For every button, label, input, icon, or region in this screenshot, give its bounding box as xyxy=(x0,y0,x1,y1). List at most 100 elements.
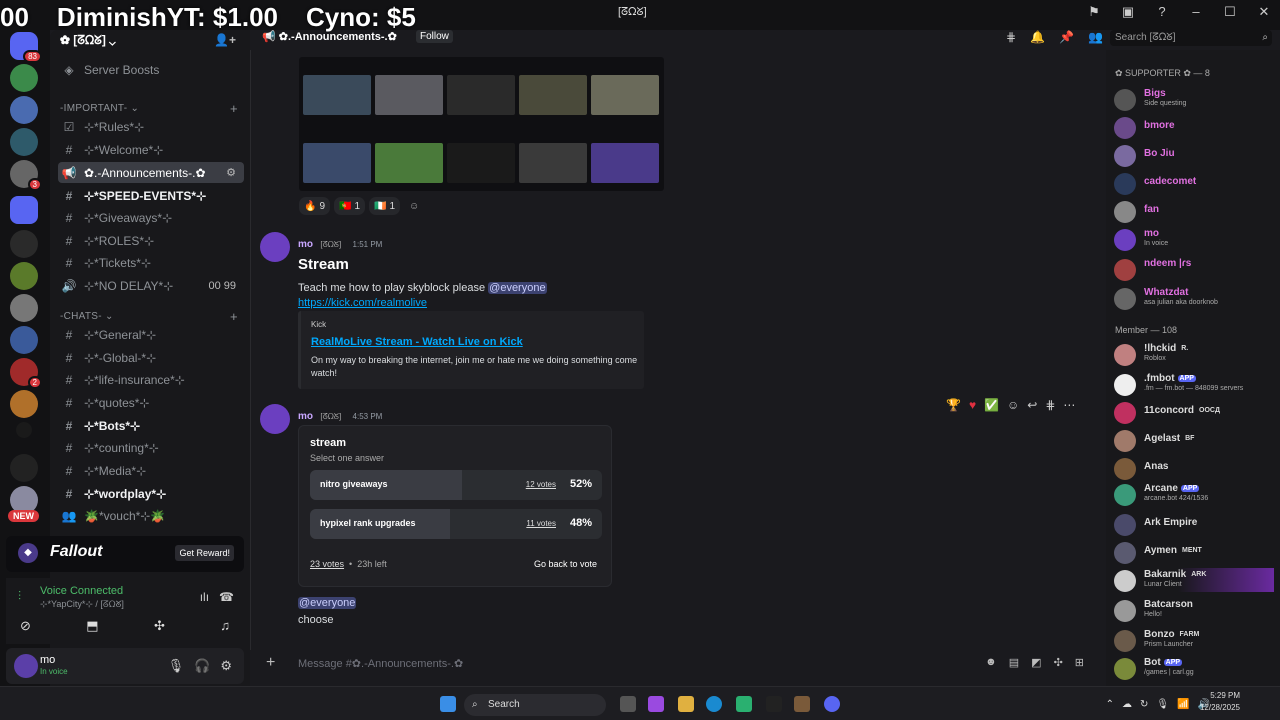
image-thumbnail[interactable] xyxy=(447,143,515,183)
threads-icon[interactable]: ⋕ xyxy=(1006,30,1016,44)
promo-banner[interactable]: ◆ Fallout Get Reward! xyxy=(6,536,244,572)
server-folder-icon[interactable] xyxy=(10,196,38,224)
member-item[interactable]: Bo Jiu xyxy=(1114,143,1274,167)
image-thumbnail[interactable] xyxy=(375,75,443,115)
attach-icon[interactable]: + xyxy=(266,654,275,672)
mention-everyone[interactable]: @everyone xyxy=(488,282,547,294)
task-view-icon[interactable] xyxy=(620,696,636,712)
screen-icon[interactable]: ▣ xyxy=(1120,4,1136,20)
thread-icon[interactable]: ⋕ xyxy=(1045,398,1055,412)
channel-wordplay[interactable]: # ⊹*wordplay*⊹ xyxy=(58,483,244,504)
member-item[interactable]: Arcane APP arcane.bot 424/1536 xyxy=(1114,482,1274,506)
network-icon[interactable]: ☁ xyxy=(1122,699,1132,710)
screen-share-icon[interactable]: ⬒ xyxy=(86,618,98,634)
member-item[interactable]: Bot APP/games | carl.gg xyxy=(1114,656,1274,680)
channel-announcements[interactable]: 📢 ✿.-Announcements-.✿ ⚙ xyxy=(58,162,244,183)
server-icon[interactable] xyxy=(16,422,32,438)
member-item[interactable]: fan xyxy=(1114,199,1274,223)
avatar[interactable] xyxy=(260,404,290,434)
server-icon[interactable] xyxy=(10,326,38,354)
poll-option[interactable]: nitro giveaways 12 votes 52% xyxy=(310,470,602,500)
server-icon[interactable] xyxy=(10,262,38,290)
camera-off-icon[interactable]: ⊘ xyxy=(20,618,31,634)
add-channel-icon[interactable]: + xyxy=(230,309,238,324)
image-thumbnail[interactable] xyxy=(591,75,659,115)
voice-status[interactable]: Voice Connected xyxy=(40,585,123,597)
settings-gear-icon[interactable]: ⚙ xyxy=(226,166,236,179)
mic-icon[interactable]: 🎙 xyxy=(1156,699,1169,710)
apps-icon[interactable]: ☻ xyxy=(985,656,997,669)
member-item[interactable]: mo In voice xyxy=(1114,227,1274,251)
member-item[interactable]: 11concord OOCД xyxy=(1114,400,1274,424)
image-thumbnail[interactable] xyxy=(519,75,587,115)
server-icon[interactable]: 2 xyxy=(10,358,42,389)
channel-speed-events[interactable]: # ⊹*SPEED-EVENTS*⊹ xyxy=(58,185,244,206)
file-explorer-icon[interactable] xyxy=(678,696,694,712)
image-attachment-grid[interactable] xyxy=(299,57,664,191)
server-icon[interactable] xyxy=(10,294,38,322)
reply-icon[interactable]: ↩ xyxy=(1027,398,1037,412)
add-channel-icon[interactable]: + xyxy=(230,101,238,116)
channel-giveaways[interactable]: # ⊹*Giveaways*⊹ xyxy=(58,207,244,228)
app-icon[interactable] xyxy=(766,696,782,712)
member-item[interactable]: Batcarson Hello! xyxy=(1114,598,1274,622)
member-item[interactable]: !lhckid R. Roblox xyxy=(1114,342,1274,366)
reaction[interactable]: 🇮🇪 1 xyxy=(369,197,401,215)
signal-icon[interactable]: ⫶ xyxy=(18,589,21,604)
category-chats[interactable]: -CHATS- ⌄ + xyxy=(60,309,238,324)
poll-option-votes[interactable]: 12 votes xyxy=(526,480,556,489)
reaction[interactable]: 🔥 9 xyxy=(299,197,331,215)
clock[interactable]: 5:29 PM 12/28/2025 xyxy=(1200,690,1240,714)
message-input[interactable]: Message #✿.-Announcements-.✿ xyxy=(298,657,463,670)
minimize-button[interactable]: – xyxy=(1188,4,1204,20)
channel-bots[interactable]: # ⊹*Bots*⊹ xyxy=(58,415,244,436)
member-item[interactable]: Whatzdat asa julian aka doorknob xyxy=(1114,286,1274,310)
emoji-icon[interactable]: ✣ xyxy=(1054,656,1063,669)
activities-icon[interactable]: ✣ xyxy=(154,618,165,634)
member-item[interactable]: Bonzo FARM Prism Launcher xyxy=(1114,628,1274,652)
member-item[interactable]: Anas xyxy=(1114,456,1274,480)
poll-total-votes[interactable]: 23 votes xyxy=(310,559,344,569)
server-icon[interactable] xyxy=(10,128,38,156)
member-item[interactable]: ndeem |ɾs xyxy=(1114,257,1274,281)
wifi-icon[interactable]: 📶 xyxy=(1177,699,1189,710)
member-item[interactable]: cadecomet xyxy=(1114,171,1274,195)
copilot-icon[interactable] xyxy=(648,696,664,712)
app-icon[interactable] xyxy=(736,696,752,712)
minecraft-icon[interactable] xyxy=(794,696,810,712)
member-item[interactable]: Ark Empire xyxy=(1114,512,1274,536)
heart-icon[interactable]: ♥ xyxy=(969,398,976,412)
member-item[interactable]: .fmbot APP .fm — fm.bot — 848099 servers xyxy=(1114,372,1274,396)
sticker-icon[interactable]: ◩ xyxy=(1031,656,1041,669)
add-reaction-icon[interactable]: ☺ xyxy=(404,197,424,215)
server-icon[interactable] xyxy=(10,64,38,92)
start-icon[interactable] xyxy=(440,696,456,712)
server-icon[interactable] xyxy=(10,390,38,418)
settings-gear-icon[interactable]: ⚙ xyxy=(220,658,232,674)
channel-tickets[interactable]: # ⊹*Tickets*⊹ xyxy=(58,252,244,273)
close-button[interactable]: ✕ xyxy=(1256,4,1272,20)
server-boosts[interactable]: ◈ Server Boosts xyxy=(58,59,244,80)
member-item[interactable]: Aymen MENT xyxy=(1114,540,1274,564)
taskbar-search[interactable]: ⌕ Search xyxy=(464,694,606,716)
message-composer[interactable]: + Message #✿.-Announcements-.✿ ☻ ▤ ◩ ✣ ⊞ xyxy=(258,652,1092,676)
bell-icon[interactable]: 🔔 xyxy=(1030,30,1045,44)
disconnect-icon[interactable]: ☎ xyxy=(219,590,234,604)
soundboard-icon[interactable]: ♫ xyxy=(220,618,230,634)
channel-life-insurance[interactable]: # ⊹*life-insurance*⊹ xyxy=(58,369,244,390)
microphone-icon[interactable]: 🎙 xyxy=(168,658,185,674)
image-thumbnail[interactable] xyxy=(303,75,371,115)
gift-icon[interactable]: ⊞ xyxy=(1075,656,1084,669)
channel-no-delay[interactable]: 🔊 ⊹*NO DELAY*⊹ 00 99 xyxy=(58,275,244,296)
server-icon[interactable] xyxy=(10,230,38,258)
channel-media[interactable]: # ⊹*Media*⊹ xyxy=(58,460,244,481)
sync-icon[interactable]: ↻ xyxy=(1140,699,1148,710)
add-reaction-icon[interactable]: ☺ xyxy=(1007,398,1019,412)
reaction[interactable]: 🇵🇹 1 xyxy=(334,197,366,215)
pin-icon[interactable]: 📌 xyxy=(1059,30,1074,44)
headphones-icon[interactable]: 🎧 xyxy=(194,658,210,674)
author-name[interactable]: mo xyxy=(298,239,313,250)
noise-icon[interactable]: ılı xyxy=(200,590,209,604)
invite-icon[interactable]: 👤+ xyxy=(214,33,236,47)
author-name[interactable]: mo xyxy=(298,411,313,422)
